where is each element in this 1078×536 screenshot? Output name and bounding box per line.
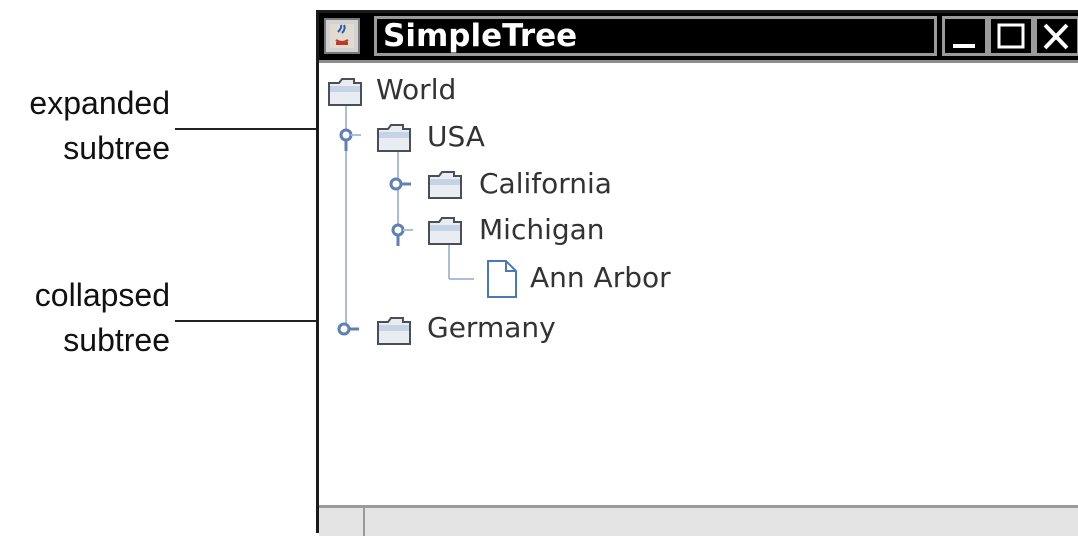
tree-node-world[interactable]: World	[376, 73, 456, 107]
collapsed-callout-line1: collapsed	[34, 277, 170, 313]
collapsed-toggle-icon[interactable]	[335, 316, 365, 346]
expanded-toggle-icon[interactable]	[387, 218, 417, 248]
folder-icon	[377, 124, 411, 152]
expanded-callout-line2: subtree	[63, 130, 170, 166]
scrollbar-left-button[interactable]	[319, 508, 365, 536]
close-button[interactable]	[1034, 16, 1078, 56]
folder-icon	[428, 217, 462, 245]
title-bar[interactable]: SimpleTree	[319, 13, 1078, 63]
horizontal-scrollbar[interactable]	[319, 505, 1078, 536]
java-app-icon[interactable]	[324, 18, 360, 54]
maximize-icon	[997, 23, 1025, 49]
expanded-callout-pointer	[175, 128, 339, 130]
tree-node-california[interactable]: California	[479, 167, 612, 201]
expanded-toggle-icon[interactable]	[335, 123, 365, 153]
folder-icon	[328, 78, 362, 106]
collapsed-toggle-icon[interactable]	[387, 171, 417, 201]
folder-icon	[428, 171, 462, 199]
collapsed-callout-line2: subtree	[63, 322, 170, 358]
tree-node-ann-arbor[interactable]: Ann Arbor	[530, 261, 671, 295]
expanded-subtree-callout: expanded subtree	[29, 81, 170, 171]
tree-node-germany[interactable]: Germany	[427, 311, 556, 345]
window-title: SimpleTree	[383, 18, 578, 54]
collapsed-callout-pointer	[175, 320, 339, 322]
folder-icon	[377, 317, 411, 345]
simpletree-window: SimpleTree World USA California Michigan…	[316, 10, 1078, 536]
title-frame: SimpleTree	[374, 16, 937, 56]
minimize-icon	[953, 44, 975, 48]
tree-view[interactable]: World USA California Michigan Ann Arbor …	[319, 63, 1078, 533]
close-icon	[1043, 23, 1069, 50]
minimize-button[interactable]	[942, 16, 988, 56]
maximize-button[interactable]	[988, 16, 1034, 56]
tree-node-michigan[interactable]: Michigan	[479, 213, 605, 247]
tree-node-usa[interactable]: USA	[427, 120, 485, 154]
document-icon	[487, 260, 517, 298]
expanded-callout-line1: expanded	[29, 85, 170, 121]
collapsed-subtree-callout: collapsed subtree	[35, 273, 170, 363]
